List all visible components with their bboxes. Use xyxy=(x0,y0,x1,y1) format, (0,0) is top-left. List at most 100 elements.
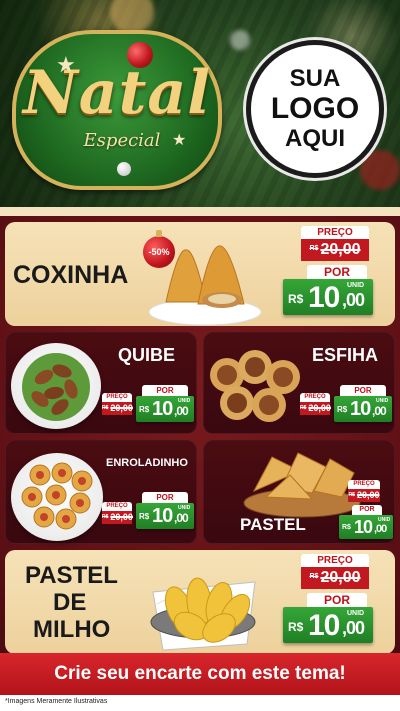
new-price-dec: ,00 xyxy=(374,523,387,535)
price-tag-old: PREÇO R$ 20,00 xyxy=(348,480,380,502)
old-price-value: 20,00 xyxy=(308,403,331,413)
new-price-int: 10 xyxy=(308,609,340,642)
old-price-currency: R$ xyxy=(309,573,319,580)
product-name: ENROLADINHO xyxy=(106,457,188,469)
new-price-currency: R$ xyxy=(288,620,304,634)
old-price-value: 20,00 xyxy=(320,241,361,258)
por-label: POR xyxy=(142,492,188,503)
price-tag-old: PREÇO R$ 20,00 xyxy=(300,393,331,415)
new-price-int: 10 xyxy=(152,398,173,420)
new-price-dec: ,00 xyxy=(342,290,365,310)
old-price: R$ 20,00 xyxy=(300,402,331,415)
new-price-currency: R$ xyxy=(139,405,150,414)
new-price: R$ 10 ,00 UNID xyxy=(339,515,393,539)
unit-label: UNID xyxy=(178,398,191,404)
old-price: R$ 20,00 xyxy=(301,567,369,589)
header-divider xyxy=(0,207,400,216)
pastel-icon xyxy=(243,452,361,518)
product-card-enroladinho[interactable]: ENROLADINHO PREÇO R$ 20,00 POR R$ 10 ,00 … xyxy=(5,440,197,544)
red-ornament-icon xyxy=(127,42,153,68)
price-tag-old: PREÇO R$ 20,00 xyxy=(301,226,369,261)
por-label: POR xyxy=(307,593,367,607)
natal-especial-badge: ★ ★ Natal Especial xyxy=(12,30,222,190)
cta-banner[interactable]: Crie seu encarte com este tema! xyxy=(0,653,400,695)
logo-text-line2: LOGO xyxy=(270,92,360,125)
new-price-currency: R$ xyxy=(337,405,348,414)
badge-title: Natal xyxy=(22,58,212,128)
old-price-currency: R$ xyxy=(102,514,109,520)
coxinha-icon xyxy=(148,245,262,326)
new-price-dec: ,00 xyxy=(342,618,365,638)
unit-label: UNID xyxy=(378,517,391,523)
price-tag-old: PREÇO R$ 20,00 xyxy=(102,393,133,415)
product-name: PASTEL DE MILHO xyxy=(25,562,118,643)
new-price-int: 10 xyxy=(350,398,371,420)
price-header: PREÇO xyxy=(102,502,132,511)
new-price-dec: ,00 xyxy=(174,511,189,525)
header: ★ ★ Natal Especial SUA LOGO AQUI xyxy=(0,0,400,207)
new-price: R$ 10 ,00 UNID xyxy=(283,279,373,315)
product-name-line3: MILHO xyxy=(33,616,111,643)
price-header: PREÇO xyxy=(301,226,369,239)
old-price: R$ 20,00 xyxy=(301,239,369,261)
new-price-dec: ,00 xyxy=(372,404,387,418)
price-header: PREÇO xyxy=(102,393,132,402)
star-icon: ★ xyxy=(172,132,187,149)
product-card-coxinha[interactable]: COXINHA -50% PREÇO R$ 20,00 POR R$ 10 ,00… xyxy=(5,222,395,326)
product-name: QUIBE xyxy=(118,345,176,365)
old-price-value: 20,00 xyxy=(110,403,133,413)
badge-subtitle: Especial xyxy=(83,130,161,151)
por-label: POR xyxy=(142,385,188,396)
price-tag-new: POR xyxy=(340,385,386,396)
unit-label: UNID xyxy=(347,610,365,617)
star-icon: ★ xyxy=(56,52,76,77)
old-price-currency: R$ xyxy=(348,492,355,498)
pastel-de-milho-icon xyxy=(150,577,256,651)
price-tag-new: POR xyxy=(142,385,188,396)
old-price: R$ 20,00 xyxy=(348,489,380,502)
cta-banner-text: Crie seu encarte com este tema! xyxy=(54,663,346,684)
ornament-bokeh xyxy=(360,150,400,190)
ornament-bokeh xyxy=(230,30,250,50)
product-name: COXINHA xyxy=(13,261,129,289)
product-card-pastel[interactable]: PASTEL PREÇO R$ 20,00 POR R$ 10 ,00 UNID xyxy=(203,440,395,544)
price-tag-new: POR xyxy=(352,505,382,515)
price-tag-new: POR xyxy=(307,265,367,279)
old-price-currency: R$ xyxy=(300,405,307,411)
new-price-int: 10 xyxy=(354,517,373,537)
price-tag-old: PREÇO R$ 20,00 xyxy=(301,554,369,589)
new-price: R$ 10 ,00 UNID xyxy=(136,396,194,422)
product-card-pastel-de-milho[interactable]: PASTEL DE MILHO PREÇO R$ 20,00 POR R$ 10… xyxy=(5,550,395,654)
new-price-dec: ,00 xyxy=(174,404,189,418)
quibe-icon xyxy=(22,353,90,421)
product-name-line1: PASTEL xyxy=(25,562,118,589)
disclaimer-text: *Imagens Meramente Ilustrativas xyxy=(5,698,108,705)
old-price-value: 20,00 xyxy=(320,569,361,586)
old-price-currency: R$ xyxy=(309,245,319,252)
price-tag-new: POR xyxy=(307,593,367,607)
logo-placeholder[interactable]: SUA LOGO AQUI xyxy=(246,40,384,178)
new-price-currency: R$ xyxy=(139,512,150,521)
product-name: PASTEL xyxy=(240,515,306,534)
product-name-line2: DE xyxy=(53,589,87,616)
enroladinho-icon xyxy=(21,462,93,530)
price-tag-old: PREÇO R$ 20,00 xyxy=(102,502,133,524)
logo-text-line1: SUA xyxy=(289,65,341,92)
white-ornament-icon xyxy=(117,162,131,176)
new-price-int: 10 xyxy=(308,281,340,314)
product-card-quibe[interactable]: QUIBE PREÇO R$ 20,00 POR R$ 10 ,00 UNID xyxy=(5,332,197,434)
new-price-currency: R$ xyxy=(288,292,304,306)
product-card-esfiha[interactable]: ESFIHA PREÇO R$ 20,00 POR R$ 10 ,00 UNID xyxy=(203,332,395,434)
esfiha-icon xyxy=(210,350,300,422)
price-header: PREÇO xyxy=(301,554,369,567)
old-price: R$ 20,00 xyxy=(102,511,133,524)
por-label: POR xyxy=(352,505,382,515)
por-label: POR xyxy=(340,385,386,396)
old-price-value: 20,00 xyxy=(110,512,133,522)
unit-label: UNID xyxy=(376,398,389,404)
new-price: R$ 10 ,00 UNID xyxy=(283,607,373,643)
old-price-value: 20,00 xyxy=(356,490,380,500)
price-header: PREÇO xyxy=(300,393,330,402)
price-header: PREÇO xyxy=(348,480,380,489)
new-price: R$ 10 ,00 UNID xyxy=(136,503,194,529)
